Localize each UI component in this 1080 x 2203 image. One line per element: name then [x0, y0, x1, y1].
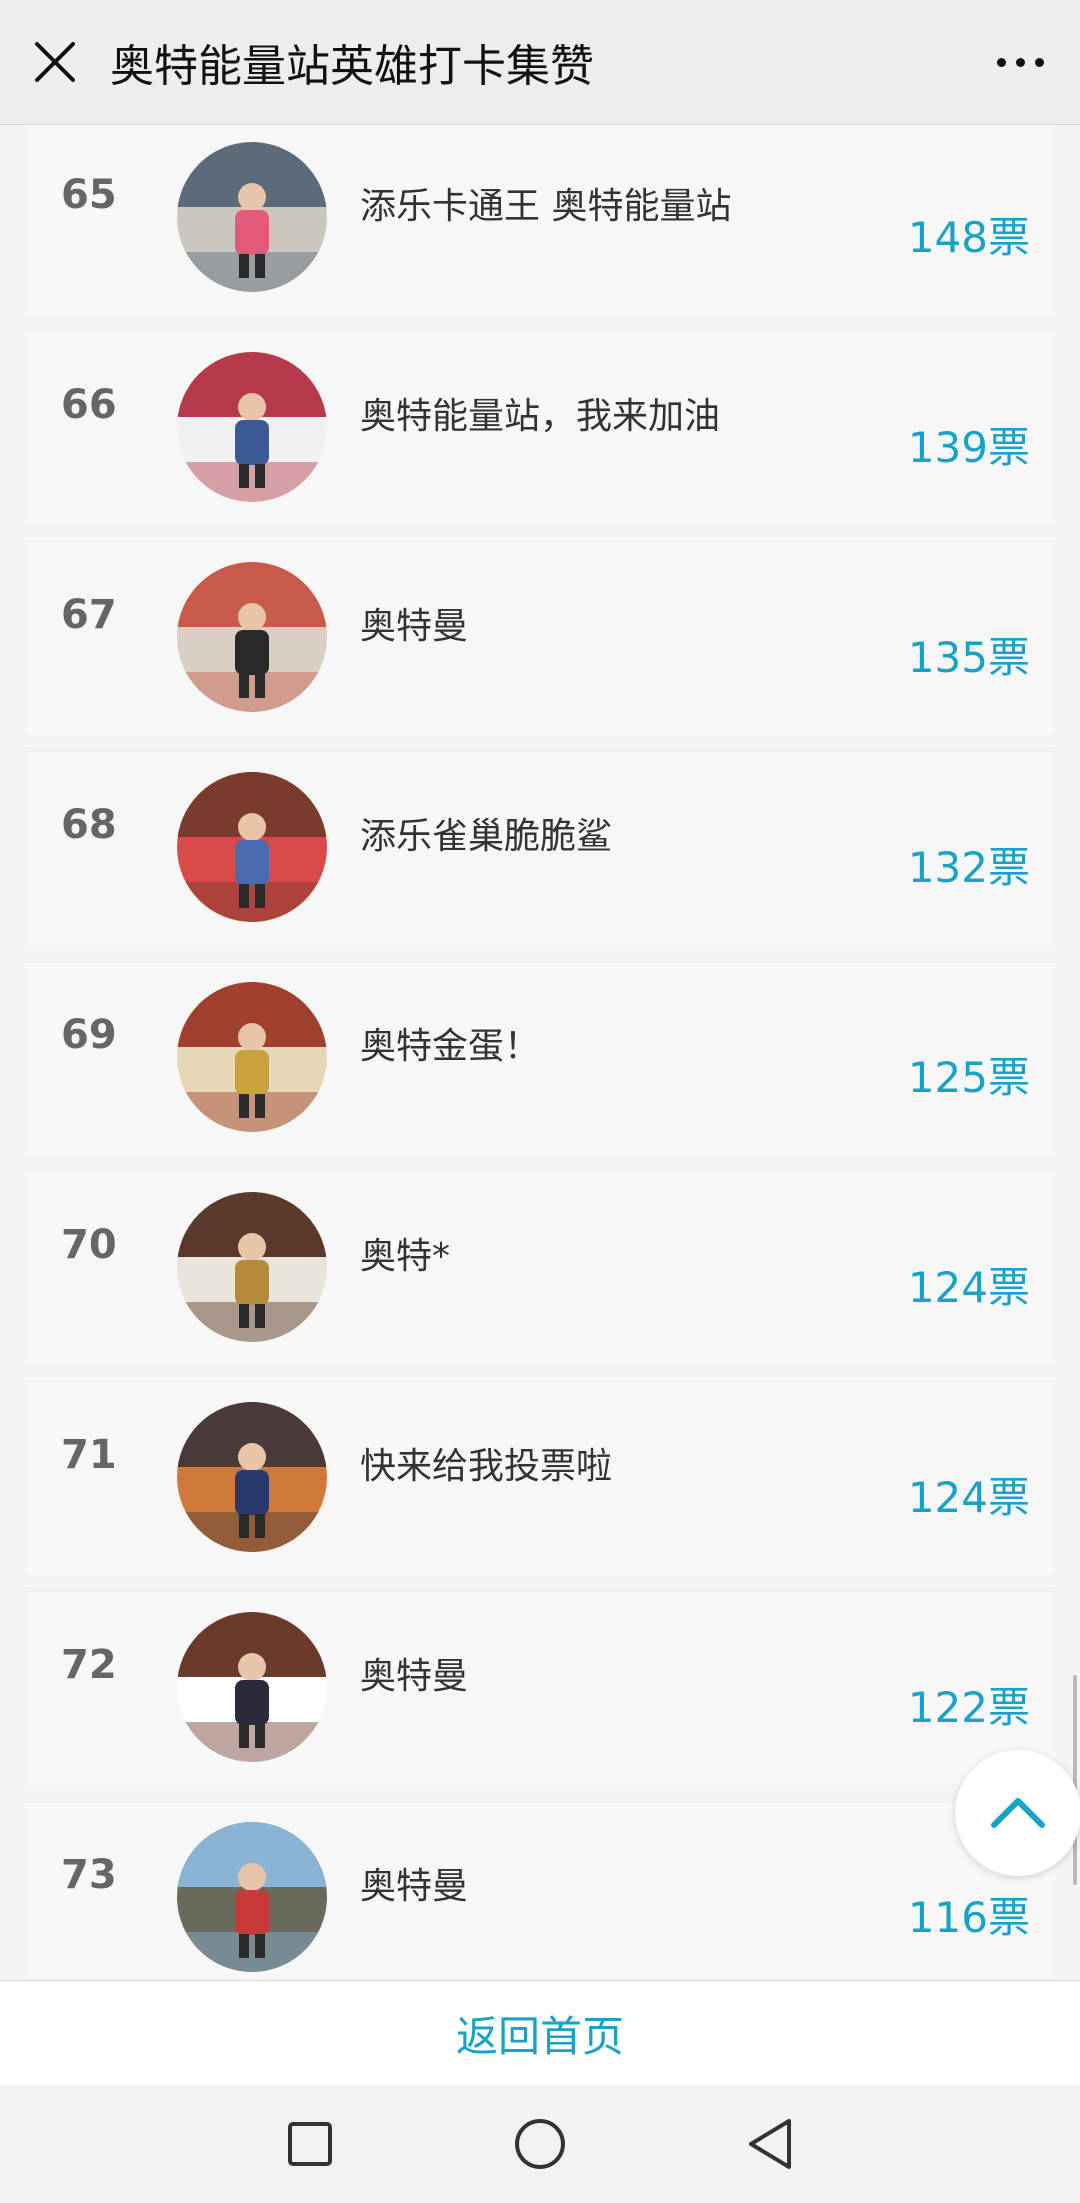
avatar-photo [177, 352, 327, 502]
entry-name: 奥特能量站，我来加油 [360, 396, 721, 437]
close-button[interactable] [0, 0, 110, 125]
triangle-back-icon [749, 2119, 791, 2169]
vote-count: 122票 [907, 1683, 1030, 1732]
top-bar: 奥特能量站英雄打卡集赞 [0, 0, 1080, 125]
rank-number: 71 [61, 1432, 117, 1478]
rank-number: 72 [61, 1642, 117, 1688]
back-to-home-link[interactable]: 返回首页 [456, 2003, 624, 2064]
ranking-row[interactable]: 66 奥特能量站，我来加油 139票 [25, 331, 1055, 525]
vote-count: 125票 [907, 1053, 1030, 1102]
avatar[interactable] [177, 1612, 327, 1762]
android-nav-bar [0, 2085, 1080, 2203]
back-button[interactable] [655, 2085, 885, 2203]
circle-icon [515, 2119, 565, 2169]
avatar[interactable] [177, 562, 327, 712]
avatar-photo [177, 142, 327, 292]
avatar[interactable] [177, 1822, 327, 1972]
ranking-row[interactable]: 69 奥特金蛋！ 125票 [25, 961, 1055, 1155]
chevron-up-icon [991, 1798, 1045, 1828]
vote-count: 135票 [907, 633, 1030, 682]
vote-count: 139票 [907, 423, 1030, 472]
ranking-row[interactable]: 73 奥特曼 116票 [25, 1801, 1055, 1980]
entry-name: 奥特金蛋！ [360, 1026, 541, 1067]
rank-number: 67 [61, 592, 117, 638]
square-icon [288, 2122, 332, 2166]
avatar[interactable] [177, 352, 327, 502]
avatar[interactable] [177, 772, 327, 922]
avatar-photo [177, 1612, 327, 1762]
entry-name: 奥特曼 [360, 1656, 469, 1697]
ranking-row[interactable]: 71 快来给我投票啦 124票 [25, 1381, 1055, 1575]
rank-number: 69 [61, 1012, 117, 1058]
vote-count: 132票 [907, 843, 1030, 892]
avatar[interactable] [177, 1402, 327, 1552]
more-button[interactable] [960, 0, 1080, 125]
avatar-photo [177, 772, 327, 922]
vote-count: 124票 [907, 1473, 1030, 1522]
avatar-photo [177, 562, 327, 712]
ranking-row[interactable]: 65 添乐卡通王 奥特能量站 148票 [25, 125, 1055, 315]
avatar-photo [177, 1402, 327, 1552]
entry-name: 添乐卡通王 奥特能量站 [360, 186, 732, 227]
scroll-to-top-button[interactable] [955, 1750, 1080, 1876]
entry-name: 奥特曼 [360, 606, 469, 647]
avatar-photo [177, 1822, 327, 1972]
avatar-photo [177, 1192, 327, 1342]
rank-number: 70 [61, 1222, 117, 1268]
ranking-row[interactable]: 72 奥特曼 122票 [25, 1591, 1055, 1785]
rank-number: 65 [61, 172, 117, 218]
entry-name: 奥特曼 [360, 1866, 469, 1907]
rank-number: 66 [61, 382, 117, 428]
vote-count: 148票 [907, 213, 1030, 262]
close-icon [35, 42, 75, 82]
vote-count: 116票 [907, 1893, 1030, 1942]
avatar-photo [177, 982, 327, 1132]
entry-name: 奥特* [360, 1236, 451, 1277]
avatar[interactable] [177, 1192, 327, 1342]
avatar[interactable] [177, 142, 327, 292]
avatar[interactable] [177, 982, 327, 1132]
rank-number: 68 [61, 802, 117, 848]
ranking-list[interactable]: 65 添乐卡通王 奥特能量站 148票 66 奥特能量站，我来加油 139票 67 奥特曼 13… [0, 125, 1080, 1980]
page-title: 奥特能量站英雄打卡集赞 [110, 41, 594, 92]
ranking-row[interactable]: 70 奥特* 124票 [25, 1171, 1055, 1365]
more-icon [996, 57, 1006, 67]
ranking-row[interactable]: 67 奥特曼 135票 [25, 541, 1055, 735]
entry-name: 添乐雀巢脆脆鲨 [360, 816, 613, 857]
ranking-row[interactable]: 68 添乐雀巢脆脆鲨 132票 [25, 751, 1055, 945]
home-button[interactable] [425, 2085, 655, 2203]
scrollbar[interactable] [1073, 1675, 1077, 1885]
bottom-bar: 返回首页 [0, 1980, 1080, 2085]
entry-name: 快来给我投票啦 [360, 1446, 613, 1487]
vote-count: 124票 [907, 1263, 1030, 1312]
recent-apps-button[interactable] [195, 2085, 425, 2203]
rank-number: 73 [61, 1852, 117, 1898]
